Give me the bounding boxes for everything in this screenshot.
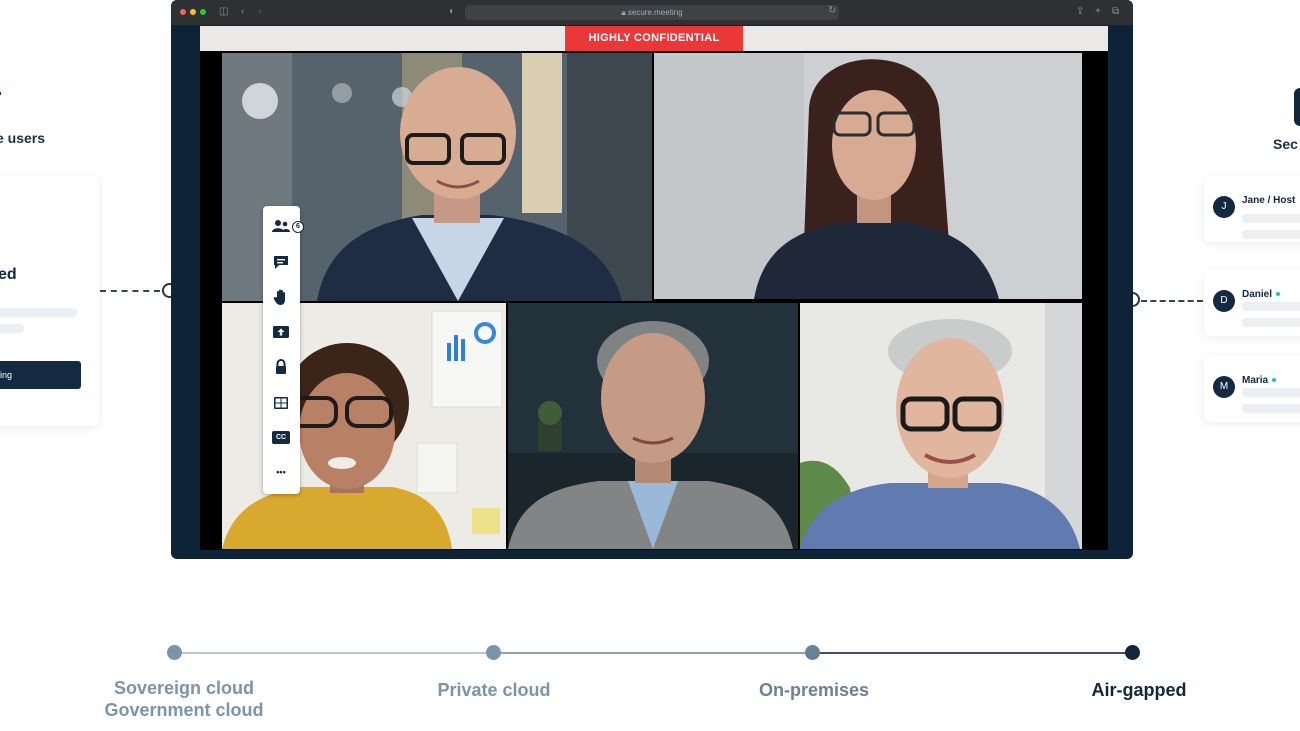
timeline-node-airgapped[interactable] xyxy=(1125,645,1140,660)
close-window-button[interactable] xyxy=(180,9,186,15)
timeline-track-segment xyxy=(813,652,1133,654)
placeholder-line xyxy=(0,324,24,333)
url-text: secure.meeting xyxy=(627,8,683,17)
lock-meeting-button[interactable] xyxy=(271,357,291,377)
more-options-button[interactable]: ••• xyxy=(271,462,291,482)
placeholder-line xyxy=(1242,230,1300,239)
participant-name: Maria xyxy=(1242,375,1277,386)
left-info-card: ed ing xyxy=(0,176,99,426)
minimize-window-button[interactable] xyxy=(190,9,196,15)
placeholder-line xyxy=(1242,302,1300,311)
timeline-track-segment xyxy=(494,652,813,654)
share-screen-icon xyxy=(273,326,289,338)
placeholder-line xyxy=(0,308,77,317)
avatar: J xyxy=(1213,196,1235,218)
confidential-label: HIGHLY CONFIDENTIAL xyxy=(565,26,743,51)
browser-toolbar: ◫ ‹ › ◐ 🔒︎ secure.meeting ↻ ⇪ + ⧉ xyxy=(171,0,1133,25)
participant-card[interactable]: J Jane / Host xyxy=(1204,176,1300,242)
maximize-window-button[interactable] xyxy=(200,9,206,15)
placeholder-line xyxy=(1242,318,1300,327)
placeholder-line xyxy=(1242,404,1300,413)
placeholder-line xyxy=(1242,214,1300,223)
participant-card[interactable]: M Maria xyxy=(1204,356,1300,422)
captions-button[interactable]: CC xyxy=(271,428,291,448)
tabs-overview-icon[interactable]: ⧉ xyxy=(1112,6,1119,18)
video-tile-5[interactable] xyxy=(800,303,1082,549)
raise-hand-icon xyxy=(273,289,285,305)
left-panel-title: e users xyxy=(0,130,46,146)
layout-icon xyxy=(274,397,288,409)
online-status-dot xyxy=(1272,378,1277,383)
timeline-label-sovereign[interactable]: Sovereign cloud Government cloud xyxy=(84,677,284,721)
confidential-banner: HIGHLY CONFIDENTIAL xyxy=(200,26,1108,51)
online-status-dot xyxy=(1276,292,1281,297)
participant-card[interactable]: D Daniel xyxy=(1204,270,1300,336)
raise-hand-button[interactable] xyxy=(271,287,291,307)
participant-video xyxy=(654,53,1082,299)
participants-count-badge: 6 xyxy=(292,221,304,233)
chat-button[interactable] xyxy=(271,252,291,272)
captions-icon: CC xyxy=(272,431,290,444)
participants-icon xyxy=(272,220,290,232)
timeline-label-line: Sovereign cloud xyxy=(113,678,255,698)
share-screen-button[interactable] xyxy=(271,322,291,342)
participants-button[interactable]: 6 xyxy=(271,216,304,236)
reload-icon[interactable]: ↻ xyxy=(828,5,836,17)
left-decoration-dot xyxy=(0,92,1,95)
video-tile-4[interactable] xyxy=(508,303,798,549)
sidebar-icon[interactable]: ◫ xyxy=(219,6,228,18)
lock-icon xyxy=(276,359,286,374)
browser-window: ◫ ‹ › ◐ 🔒︎ secure.meeting ↻ ⇪ + ⧉ HIGHLY… xyxy=(171,0,1133,559)
avatar: D xyxy=(1213,290,1235,312)
participant-name: Jane / Host xyxy=(1242,195,1296,206)
meeting-toolbar: 6 CC ••• xyxy=(263,206,304,494)
chat-icon xyxy=(274,256,288,269)
timeline-node-sovereign[interactable] xyxy=(167,645,182,660)
new-tab-icon[interactable]: + xyxy=(1095,6,1101,18)
participant-video xyxy=(800,303,1082,549)
timeline-node-private[interactable] xyxy=(486,645,501,660)
participant-video xyxy=(508,303,798,549)
timeline-label-line: Government cloud xyxy=(104,700,264,720)
left-card-heading: ed xyxy=(0,266,17,283)
share-icon[interactable]: ⇪ xyxy=(1076,6,1084,18)
privacy-shield-icon: ◐ xyxy=(449,6,456,17)
connector-line-right xyxy=(1141,300,1203,302)
left-card-button[interactable]: ing xyxy=(0,361,81,389)
right-panel-title: Sec xyxy=(1273,136,1298,152)
avatar: M xyxy=(1213,376,1235,398)
video-tile-2[interactable] xyxy=(654,53,1082,299)
security-icon xyxy=(1294,88,1300,126)
timeline-label-private[interactable]: Private cloud xyxy=(394,680,594,701)
forward-icon[interactable]: › xyxy=(258,6,261,18)
connector-line-left xyxy=(100,290,160,292)
timeline-node-onprem[interactable] xyxy=(805,645,820,660)
address-bar[interactable]: 🔒︎ secure.meeting xyxy=(465,5,839,20)
timeline-label-onprem[interactable]: On-premises xyxy=(714,680,914,701)
layout-button[interactable] xyxy=(271,393,291,413)
placeholder-line xyxy=(1242,388,1300,397)
timeline-label-airgapped[interactable]: Air-gapped xyxy=(1039,680,1239,701)
participant-name: Daniel xyxy=(1242,289,1281,300)
more-icon: ••• xyxy=(276,467,286,477)
back-icon[interactable]: ‹ xyxy=(241,6,244,18)
timeline-track-segment xyxy=(182,652,494,654)
video-grid: 6 CC ••• xyxy=(200,51,1108,550)
